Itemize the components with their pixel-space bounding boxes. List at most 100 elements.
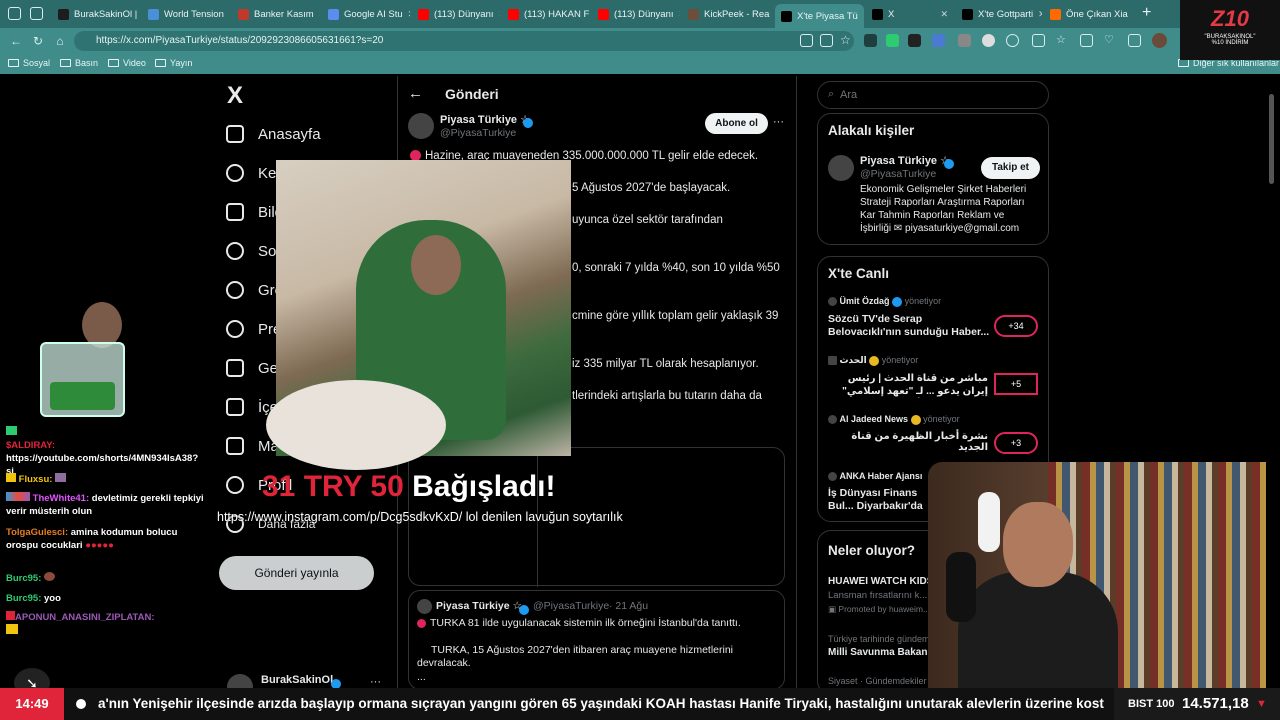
quoted-post[interactable]: Piyasa Türkiye ☆ @PiyasaTurkiye · 21 Ağu… bbox=[408, 590, 785, 690]
bookmark-folder[interactable]: Basın bbox=[60, 58, 98, 68]
related-bio-line: İşbirliği ✉ piyasaturkiye@gmail.com bbox=[860, 223, 1020, 234]
live-listener-count[interactable]: +3 bbox=[994, 432, 1038, 454]
tab-label: World Tension bbox=[164, 8, 224, 20]
post-text-line: tlerindeki artışlarla bu tutarın daha da bbox=[572, 390, 762, 402]
heart-icon[interactable]: ♡ bbox=[1104, 34, 1117, 47]
bookmark-folder[interactable]: Yayın bbox=[155, 58, 192, 68]
bookmark-folder[interactable]: Sosyal bbox=[8, 58, 50, 68]
trend-item[interactable]: HUAWEI WATCH KIDS Lansman fırsatlarını k… bbox=[828, 576, 933, 615]
browser-tab[interactable]: X'te Piyasa Tü ✕ bbox=[775, 4, 864, 28]
tab-actions-icon[interactable] bbox=[30, 7, 43, 20]
chat-icon bbox=[226, 242, 244, 260]
related-avatar[interactable] bbox=[828, 155, 854, 181]
reload-icon[interactable]: ↻ bbox=[30, 33, 46, 49]
page-scrollbar[interactable] bbox=[1268, 86, 1275, 686]
back-icon[interactable]: ← bbox=[8, 33, 24, 49]
browser-tab[interactable]: Google AI Stu ✕ bbox=[322, 4, 410, 24]
tab-close-icon[interactable]: ✕ bbox=[229, 9, 230, 20]
folder-icon bbox=[108, 59, 119, 67]
reader-icon[interactable] bbox=[820, 34, 833, 47]
extension-icon[interactable] bbox=[886, 34, 899, 47]
live-item[interactable]: Al Jadeed News yönetiyor نشرة أخبار الظه… bbox=[828, 414, 988, 453]
tab-close-icon[interactable]: ✕ bbox=[679, 9, 681, 20]
live-listener-count[interactable]: +5 bbox=[994, 373, 1038, 395]
extension-icon[interactable] bbox=[864, 34, 877, 47]
tab-close-icon[interactable]: ✕ bbox=[499, 9, 501, 20]
column-divider bbox=[796, 76, 797, 688]
ticker-clock: 14:49 bbox=[0, 688, 64, 720]
browser-tab[interactable]: (113) HAKAN F ✕ bbox=[502, 4, 590, 24]
author-handle[interactable]: @PiyasaTurkiye bbox=[440, 127, 516, 139]
browser-tab[interactable]: BurakSakinOl |✕ bbox=[52, 4, 140, 24]
post-menu-icon[interactable]: ··· bbox=[773, 116, 784, 128]
promoted-label: ▣ Promoted by huaweim... bbox=[828, 604, 931, 614]
browser-tab[interactable]: (113) Dünyanı ✕ bbox=[592, 4, 680, 24]
emote-icon bbox=[55, 473, 67, 482]
tab-close-icon[interactable]: ✕ bbox=[319, 9, 320, 20]
emote-icon bbox=[44, 572, 56, 581]
favorite-star-icon[interactable]: ☆ bbox=[840, 34, 853, 47]
post-button[interactable]: Gönderi yayınla bbox=[219, 556, 374, 590]
related-name[interactable]: Piyasa Türkiye ☆ bbox=[860, 154, 950, 167]
author-avatar[interactable] bbox=[408, 113, 434, 139]
browser-tab[interactable]: (113) Dünyanı ✕ bbox=[412, 4, 500, 24]
quoted-text-line: TURKA 81 ilde uygulanacak sistemin ilk ö… bbox=[417, 617, 741, 629]
tab-close-icon[interactable]: ✕ bbox=[408, 9, 410, 20]
tab-favicon-icon bbox=[688, 8, 699, 20]
live-listener-count[interactable]: +34 bbox=[994, 315, 1038, 337]
tab-favicon-icon bbox=[781, 10, 792, 22]
browser-tab[interactable]: Banker Kasım ✕ bbox=[232, 4, 320, 24]
tab-favicon-icon bbox=[418, 8, 429, 20]
search-icon: ⌕ bbox=[828, 88, 835, 100]
account-menu-icon[interactable]: ··· bbox=[370, 676, 381, 688]
workspace-icon[interactable] bbox=[8, 7, 21, 20]
related-title: Alakalı kişiler bbox=[828, 123, 915, 138]
account-name[interactable]: BurakSakinOl bbox=[261, 674, 333, 686]
extension-icon[interactable] bbox=[932, 34, 945, 47]
browser-tab[interactable]: X'te Gottparti ✕ bbox=[956, 4, 1042, 24]
back-arrow-icon[interactable]: ← bbox=[408, 85, 423, 102]
extension-icon[interactable] bbox=[982, 34, 995, 47]
verified-icon bbox=[869, 355, 880, 366]
stream-chat: $ALDIRAY: https://youtube.com/shorts/4MN… bbox=[0, 76, 215, 698]
streamer-body bbox=[958, 572, 1118, 688]
browser-tab[interactable]: World Tension ✕ bbox=[142, 4, 230, 24]
chat-message: TheWhite41: devletimiz gerekli tepkiyi v… bbox=[6, 492, 204, 517]
extension-icon[interactable] bbox=[958, 34, 971, 47]
extension-icon[interactable] bbox=[800, 34, 813, 47]
author-verified-icon bbox=[523, 114, 533, 132]
url-field[interactable]: https://x.com/PiyasaTurkiye/status/20929… bbox=[74, 31, 854, 51]
tab-close-icon[interactable]: ✕ bbox=[1038, 9, 1042, 20]
live-item[interactable]: ANKA Haber Ajansı İş Dünyası Finans Bul.… bbox=[828, 471, 938, 513]
post-text-line: uyunca özel sektör tarafından bbox=[572, 214, 723, 226]
browser-tab[interactable]: Öne Çıkan Xia✕ bbox=[1044, 4, 1132, 24]
browser-tab[interactable]: X ✕ bbox=[866, 4, 954, 24]
home-icon[interactable]: ⌂ bbox=[52, 33, 68, 49]
profile-avatar[interactable] bbox=[1152, 33, 1167, 48]
x-logo[interactable]: X bbox=[227, 82, 243, 110]
favorites-icon[interactable]: ☆ bbox=[1056, 34, 1069, 47]
author-name[interactable]: Piyasa Türkiye ☆ bbox=[440, 113, 530, 126]
live-item[interactable]: Ümit Özdağ yönetiyor Sözcü TV'de Serap B… bbox=[828, 296, 998, 339]
tab-close-icon[interactable]: ✕ bbox=[940, 9, 954, 20]
bookmark-folder[interactable]: Video bbox=[108, 58, 146, 68]
browser-tab[interactable]: KickPeek - Rea ✕ bbox=[682, 4, 773, 24]
downloads-icon[interactable] bbox=[1128, 34, 1141, 47]
nav-home[interactable]: Anasayfa bbox=[226, 125, 321, 143]
trends-title: Neler oluyor? bbox=[828, 543, 916, 558]
extension-icon[interactable] bbox=[1006, 34, 1019, 47]
extension-icon[interactable] bbox=[908, 34, 921, 47]
tab-favicon-icon bbox=[508, 8, 519, 20]
tab-close-icon[interactable]: ✕ bbox=[863, 11, 864, 22]
scrollbar-thumb[interactable] bbox=[1269, 94, 1274, 184]
live-item[interactable]: الحدث yönetiyor مباشر من قناة الحدث | رئ… bbox=[828, 355, 988, 398]
related-handle[interactable]: @PiyasaTurkiye bbox=[860, 168, 936, 180]
trend-item[interactable]: Türkiye tarihinde gündem... Milli Savunm… bbox=[828, 634, 933, 658]
collections-icon[interactable] bbox=[1080, 34, 1093, 47]
subscribe-button[interactable]: Abone ol bbox=[705, 113, 768, 134]
search-input[interactable]: ⌕ Ara bbox=[817, 81, 1049, 109]
follow-button[interactable]: Takip et bbox=[981, 157, 1040, 179]
split-screen-icon[interactable] bbox=[1032, 34, 1045, 47]
new-tab-button[interactable]: + bbox=[1142, 4, 1151, 22]
tab-favicon-icon bbox=[238, 8, 249, 20]
